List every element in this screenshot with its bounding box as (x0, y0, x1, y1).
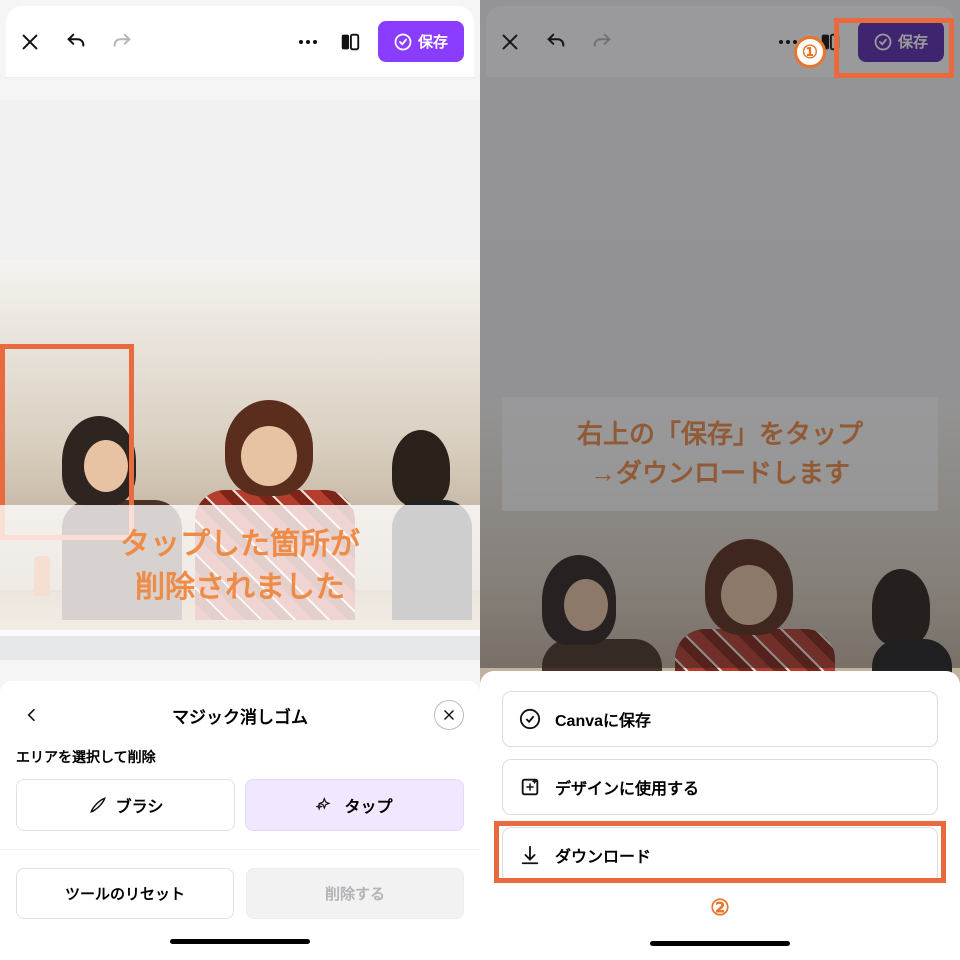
tap-label: タップ (344, 793, 392, 817)
save-to-canva-button[interactable]: Canvaに保存 (502, 691, 938, 747)
save-sheet: Canvaに保存 デザインに使用する ダウンロード ② (480, 671, 960, 960)
compare-icon[interactable] (336, 28, 364, 56)
callout-badge-1: ① (794, 36, 826, 68)
section-label: エリアを選択して削除 (16, 747, 464, 767)
annotation-caption: タップした箇所が 削除されました (0, 505, 480, 636)
caption-line: 削除されました (10, 566, 470, 610)
sparkle-plus-icon (519, 776, 541, 798)
brush-mode-button[interactable]: ブラシ (16, 779, 235, 831)
canvas-area[interactable]: タップした箇所が 削除されました (0, 78, 480, 681)
delete-label: 削除する (325, 886, 385, 903)
chevron-left-icon[interactable] (18, 701, 46, 729)
delete-button: 削除する (246, 868, 464, 919)
reset-tool-button[interactable]: ツールのリセット (16, 868, 234, 919)
callout-badge-2: ② (502, 895, 938, 921)
redo-icon[interactable] (108, 28, 136, 56)
close-panel-button[interactable] (434, 700, 464, 730)
undo-icon[interactable] (62, 28, 90, 56)
reset-label: ツールのリセット (65, 886, 185, 903)
tap-mode-button[interactable]: タップ (245, 779, 464, 831)
check-circle-icon (519, 708, 541, 730)
sheet-item-label: デザインに使用する (555, 775, 699, 799)
sheet-item-label: Canvaに保存 (555, 707, 651, 731)
callout-frame-download (494, 821, 946, 883)
panel-title: マジック消しゴム (172, 703, 308, 728)
magic-eraser-panel: マジック消しゴム エリアを選択して削除 ブラシ タップ ツールのリセット (0, 681, 480, 960)
close-icon[interactable] (16, 28, 44, 56)
callout-frame-save (834, 18, 954, 78)
brush-label: ブラシ (116, 793, 164, 817)
save-label: 保存 (418, 31, 448, 52)
toolbar: 保存 (6, 6, 474, 78)
more-icon[interactable] (294, 28, 322, 56)
save-button[interactable]: 保存 (378, 21, 464, 62)
home-indicator (650, 941, 790, 946)
use-in-design-button[interactable]: デザインに使用する (502, 759, 938, 815)
caption-line: タップした箇所が (10, 523, 470, 567)
home-indicator (170, 939, 310, 944)
modal-backdrop[interactable] (480, 0, 960, 668)
